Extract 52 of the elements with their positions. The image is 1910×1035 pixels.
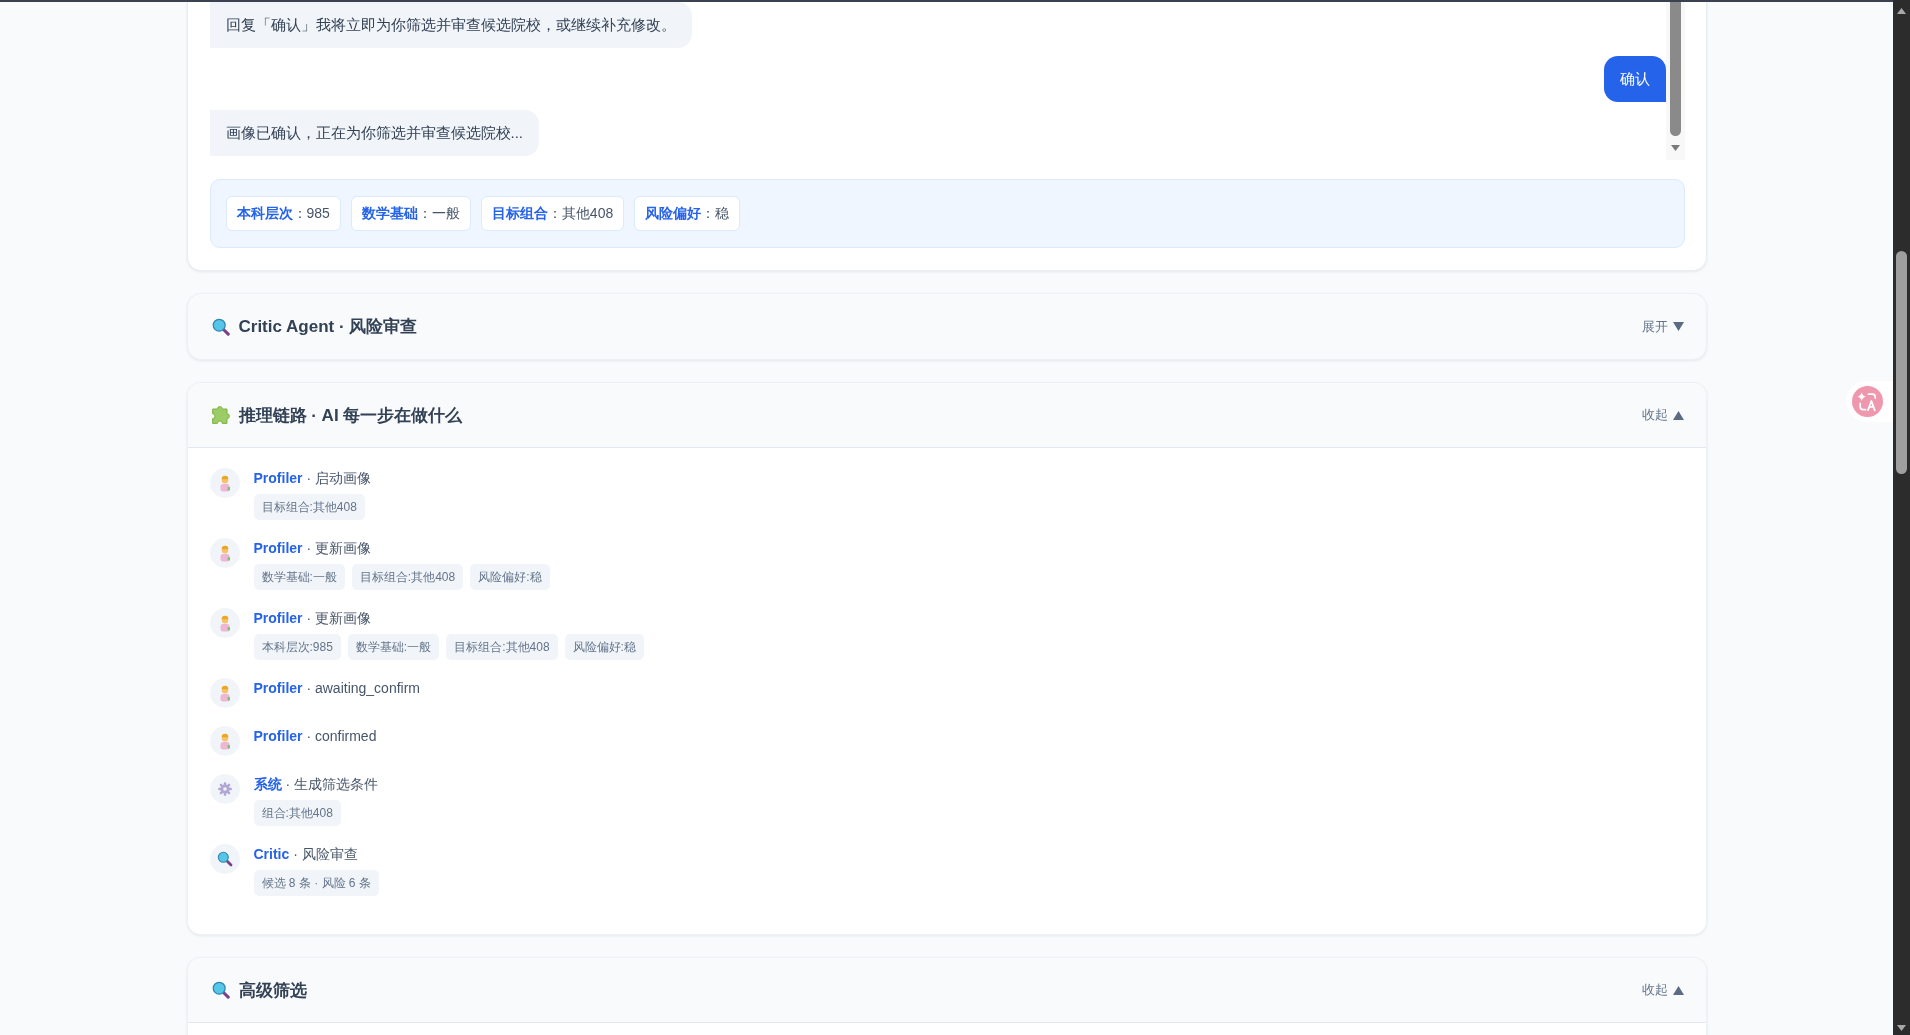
toggle-button[interactable]: 收起 [1641, 404, 1684, 426]
user-message: 确认 [1603, 56, 1666, 102]
step-tag: 风险偏好:稳 [470, 564, 550, 590]
step-tag: 目标组合:其他408 [446, 634, 558, 660]
step-tag: 候选 8 条 · 风险 6 条 [253, 870, 379, 896]
person-avatar-icon [209, 468, 240, 498]
assistant-message: 画像已确认，正在为你筛选并审查候选院校... [209, 110, 539, 156]
triangle-down-icon[interactable] [1670, 145, 1680, 151]
toggle-button[interactable]: 展开 [1641, 315, 1684, 338]
magnifier-icon [211, 317, 230, 336]
step-title: 系统 · 生成筛选条件 [253, 775, 378, 794]
scrollbar-thumb[interactable] [1896, 251, 1907, 474]
gear-avatar-icon [209, 774, 240, 804]
profile-chip: 本科层次：985 [225, 196, 341, 231]
triangle-down-icon[interactable] [1897, 1025, 1906, 1031]
person-avatar-icon [209, 608, 240, 638]
triangle-up-icon[interactable] [1897, 8, 1906, 14]
magnifier-avatar-icon [209, 844, 240, 874]
step-title: Profiler · confirmed [253, 727, 377, 746]
triangle-down-icon [1672, 322, 1684, 331]
step-title: Critic · 风险审查 [253, 845, 359, 864]
puzzle-piece-icon [211, 406, 230, 424]
panel-title: Critic Agent · 风险审查 [238, 316, 418, 338]
person-avatar-icon [209, 726, 240, 756]
page-scrollbar[interactable] [1893, 0, 1910, 1035]
step-title: Profiler · 启动画像 [253, 469, 371, 488]
step-title: Profiler · 更新画像 [253, 609, 372, 628]
assistant-message: 回复「确认」我将立即为你筛选并审查候选院校，或继续补充修改。 [209, 2, 692, 48]
triangle-up-icon [1672, 410, 1684, 420]
translate-icon [1852, 386, 1883, 417]
toggle-button[interactable]: 收起 [1641, 979, 1684, 1001]
chat-scrollbar[interactable] [1665, 2, 1685, 160]
panel-title: 高级筛选 [238, 979, 307, 1002]
step-tag: 数学基础:一般 [253, 564, 345, 590]
person-avatar-icon [209, 538, 240, 568]
profile-chip: 风险偏好：稳 [634, 196, 741, 231]
translate-button[interactable] [1846, 381, 1893, 422]
step-tag: 本科层次:985 [253, 634, 341, 660]
scrollbar-thumb[interactable] [1669, 2, 1681, 136]
step-tag: 数学基础:一般 [347, 634, 440, 660]
profile-chip: 目标组合：其他408 [480, 196, 625, 231]
person-avatar-icon [209, 678, 240, 708]
step-tag: 组合:其他408 [253, 800, 341, 826]
step-title: Profiler · 更新画像 [253, 539, 372, 558]
step-tag: 目标组合:其他408 [351, 564, 464, 590]
triangle-up-icon [1672, 985, 1684, 995]
profile-chip: 数学基础：一般 [350, 196, 471, 231]
step-title: Profiler · awaiting_confirm [253, 679, 420, 698]
panel-title: 推理链路 · AI 每一步在做什么 [238, 404, 463, 427]
step-tag: 风险偏好:稳 [564, 634, 644, 660]
magnifier-icon [211, 981, 230, 999]
step-tag: 目标组合:其他408 [253, 494, 365, 520]
